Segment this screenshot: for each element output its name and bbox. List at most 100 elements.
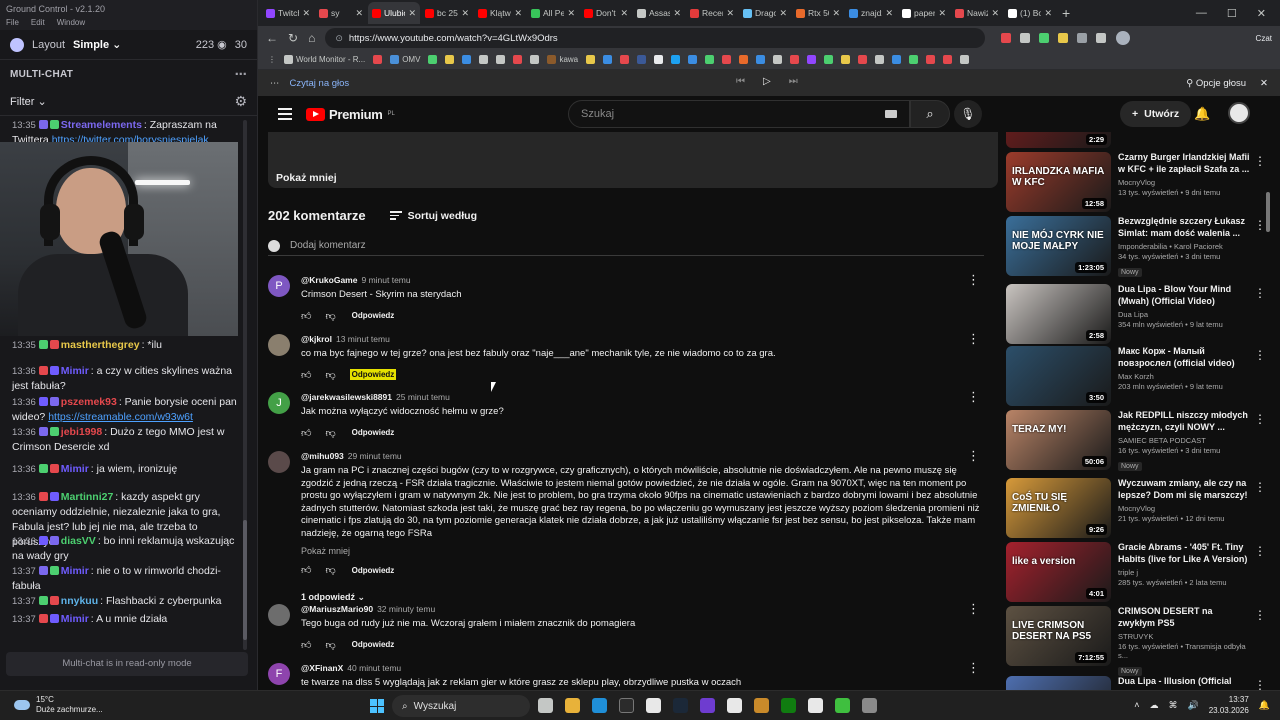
reply-button[interactable]: Odpowiedz (350, 427, 397, 438)
show-more-button[interactable]: Pokaż mniej (301, 546, 998, 556)
bookmark-icon[interactable] (909, 55, 919, 64)
browser-tab[interactable]: znajdź✕ (845, 2, 897, 24)
video-thumbnail[interactable]: LIVE CRIMSON DESERT NA PS5 7:12:55 (1006, 606, 1111, 666)
like-icon[interactable]: 👍︎ (301, 369, 311, 381)
video-title[interactable]: Dua Lipa - Blow Your Mind (Mwah) (Offici… (1118, 284, 1252, 307)
close-icon[interactable]: ✕ (1260, 78, 1268, 89)
more-icon[interactable]: ⋯ (270, 78, 280, 89)
video-title[interactable]: Czarny Burger Irlandzkiej Mafii w KFC + … (1118, 152, 1252, 175)
extension-icon[interactable] (1020, 33, 1031, 43)
channel-name[interactable]: MocnyVlog (1118, 504, 1252, 513)
close-tab-icon[interactable]: ✕ (938, 8, 946, 19)
create-button[interactable]: + Utwórz (1120, 101, 1192, 127)
reply-button[interactable]: Odpowiedz (350, 310, 397, 321)
channel-name[interactable]: SAMIEC BETA PODCAST (1118, 436, 1252, 445)
bookmark-icon[interactable] (756, 55, 766, 64)
recommended-video[interactable]: 2:58 Dua Lipa - Blow Your Mind (Mwah) (Of… (1006, 284, 1270, 346)
reload-icon[interactable]: ↻ (288, 31, 298, 45)
browser-tab[interactable]: Don't ✕ (580, 2, 632, 24)
comment-author[interactable]: @kjkrol (301, 334, 332, 344)
network-icon[interactable]: ⌘ (1169, 700, 1178, 711)
edge-icon[interactable] (592, 698, 607, 713)
recommended-video[interactable]: LIVE CRIMSON DESERT NA PS5 7:12:55 CRIMSON… (1006, 606, 1270, 676)
reply-button[interactable]: Odpowiedz (349, 369, 397, 380)
read-aloud-label[interactable]: Czytaj na głos (290, 78, 350, 89)
channel-name[interactable]: Max Korzh (1118, 372, 1252, 381)
cloud-icon[interactable]: ☁ (1150, 700, 1159, 711)
taskbar-search[interactable]: ⌕ Wyszukaj (392, 695, 530, 717)
site-info-icon[interactable]: ⊙ (335, 33, 343, 44)
comment-time[interactable]: 29 minut temu (348, 451, 402, 461)
bookmark-icon[interactable] (705, 55, 715, 64)
recommended-video[interactable]: CoŚ TU SIĘ ZMIENIŁO 9:26 Wyczuwam zmiany, … (1006, 478, 1270, 540)
sort-button[interactable]: Sortuj według (389, 210, 477, 222)
comment-more-icon[interactable]: ⋮ (967, 661, 980, 674)
comment-author[interactable]: @XFinanX (301, 663, 343, 673)
browser-tab[interactable]: Recenz✕ (686, 2, 738, 24)
apps-icon[interactable]: ⋮ (268, 55, 276, 64)
bookmark-icon[interactable] (875, 55, 885, 64)
video-title[interactable]: Gracie Abrams - '405' Ft. Tiny Habits (l… (1118, 542, 1252, 565)
reply-button[interactable]: Odpowiedz (350, 639, 397, 650)
extension-icon[interactable] (1058, 33, 1069, 43)
close-tab-icon[interactable]: ✕ (1044, 8, 1052, 19)
gc-menu-window[interactable]: Window (57, 18, 85, 30)
app-icon[interactable] (835, 698, 850, 713)
bookmark-icon[interactable] (858, 55, 868, 64)
next-icon[interactable]: ⏭ (789, 76, 798, 87)
browser-tab[interactable]: Klątwa✕ (474, 2, 526, 24)
close-tab-icon[interactable]: ✕ (620, 8, 628, 19)
bookmark-icon[interactable] (926, 55, 936, 64)
account-avatar[interactable] (1228, 102, 1250, 124)
video-more-icon[interactable]: ⋮ (1254, 608, 1266, 622)
comment-time[interactable]: 13 minut temu (336, 334, 390, 344)
task-view-icon[interactable] (538, 698, 553, 713)
chat-username[interactable]: pszemek93 (61, 396, 117, 408)
url-field[interactable]: ⊙ https://www.youtube.com/watch?v=4GLtWx… (325, 28, 986, 48)
channel-name[interactable]: MocnyVlog (1118, 178, 1252, 187)
like-icon[interactable]: 👍︎ (301, 427, 311, 439)
browser-tab[interactable]: Twitch✕ (262, 2, 314, 24)
bookmark-icon[interactable] (428, 55, 438, 64)
comment-author[interactable]: @KrukoGame (301, 275, 357, 285)
comment-avatar[interactable] (268, 451, 290, 473)
comment-author[interactable]: @MariuszMario90 (301, 604, 373, 614)
video-thumbnail[interactable] (1006, 676, 1111, 690)
close-tab-icon[interactable]: ✕ (302, 8, 310, 19)
app-icon[interactable] (700, 698, 715, 713)
bookmark-icon[interactable] (586, 55, 596, 64)
close-tab-icon[interactable]: ✕ (779, 8, 787, 19)
bookmark-icon[interactable] (637, 55, 647, 64)
browser-tab[interactable]: Assass✕ (633, 2, 685, 24)
browser-tab[interactable]: Drago ✕ (739, 2, 791, 24)
channel-name[interactable]: triple j (1118, 568, 1252, 577)
maps-icon[interactable] (727, 698, 742, 713)
close-tab-icon[interactable]: ✕ (885, 8, 893, 19)
app-icon[interactable] (808, 698, 823, 713)
close-icon[interactable]: ✕ (1257, 7, 1266, 20)
close-tab-icon[interactable]: ✕ (567, 8, 575, 19)
close-tab-icon[interactable]: ✕ (514, 8, 522, 19)
bookmark-icon[interactable] (892, 55, 902, 64)
comment-more-icon[interactable]: ⋮ (967, 332, 980, 345)
bookmark-icon[interactable] (496, 55, 506, 64)
search-button[interactable]: ⌕ (910, 100, 950, 128)
comment-time[interactable]: 32 minuty temu (377, 604, 435, 614)
browser-tab[interactable]: All Pers✕ (527, 2, 579, 24)
bookmark-icon[interactable] (671, 55, 681, 64)
bookmark-kawa[interactable]: kawa (547, 55, 578, 64)
video-title[interactable]: Bezwzględnie szczery Łukasz Simlat: mam … (1118, 216, 1252, 239)
recommended-video[interactable]: 2:29 (1006, 132, 1270, 150)
close-tab-icon[interactable]: ✕ (726, 8, 734, 19)
voice-search-button[interactable]: 🎙 (954, 100, 982, 128)
like-icon[interactable]: 👍︎ (301, 310, 311, 322)
bookmark-icon[interactable] (807, 55, 817, 64)
bookmark-icon[interactable] (462, 55, 472, 64)
app-icon[interactable] (862, 698, 877, 713)
add-comment-field[interactable]: Dodaj komentarz (268, 236, 984, 256)
comment-time[interactable]: 25 minut temu (396, 392, 450, 402)
browser-tab[interactable]: sy ✕ (315, 2, 367, 24)
bookmark-icon[interactable] (773, 55, 783, 64)
home-icon[interactable]: ⌂ (308, 31, 315, 45)
play-icon[interactable]: ▷ (763, 76, 771, 87)
